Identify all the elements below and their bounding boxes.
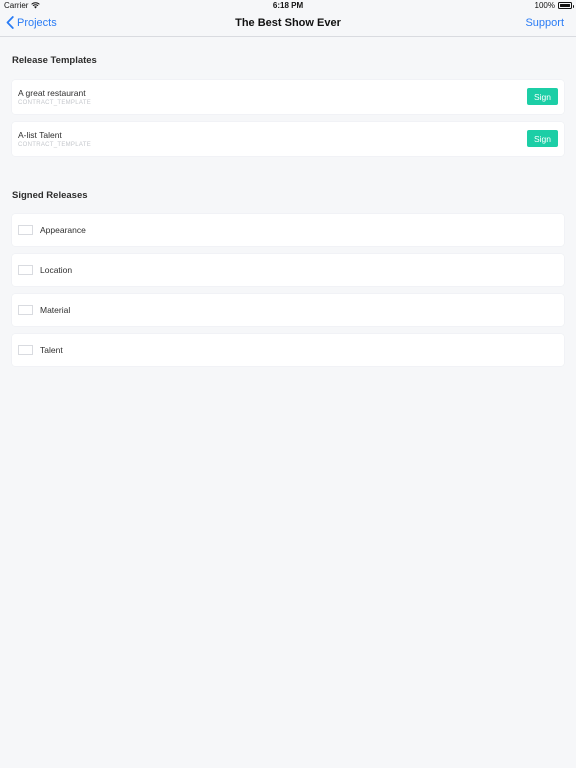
page-title: The Best Show Ever	[235, 17, 341, 29]
battery-icon	[558, 2, 574, 9]
sign-button[interactable]: Sign	[527, 130, 558, 147]
signed-release-row[interactable]: Talent	[12, 334, 564, 366]
release-templates-list: A great restaurant CONTRACT_TEMPLATE Sig…	[0, 80, 576, 156]
status-right: 100%	[534, 1, 574, 10]
signed-release-row[interactable]: Location	[12, 254, 564, 286]
signed-releases-heading: Signed Releases	[12, 190, 88, 201]
signed-release-label: Material	[40, 305, 71, 315]
template-type: CONTRACT_TEMPLATE	[18, 142, 91, 148]
signed-release-label: Location	[40, 265, 73, 275]
release-thumbnail-icon	[18, 345, 33, 355]
release-thumbnail-icon	[18, 225, 33, 235]
template-card: A great restaurant CONTRACT_TEMPLATE Sig…	[12, 80, 564, 114]
signed-release-label: Talent	[40, 345, 63, 355]
signed-releases-list: Appearance Location Material Talent	[0, 214, 576, 366]
sign-button[interactable]: Sign	[527, 88, 558, 105]
release-templates-heading: Release Templates	[12, 55, 97, 66]
template-name: A-list Talent	[18, 130, 62, 140]
status-time: 6:18 PM	[272, 1, 304, 10]
status-bar: Carrier 6:18 PM 100%	[0, 0, 576, 12]
signed-release-row[interactable]: Material	[12, 294, 564, 326]
template-card: A-list Talent CONTRACT_TEMPLATE Sign	[12, 122, 564, 156]
signed-release-label: Appearance	[40, 225, 86, 235]
battery-percent: 100%	[534, 1, 555, 10]
support-button[interactable]: Support	[525, 17, 564, 29]
signed-release-row[interactable]: Appearance	[12, 214, 564, 246]
template-name: A great restaurant	[18, 88, 86, 98]
release-thumbnail-icon	[18, 265, 33, 275]
navigation-bar: Projects The Best Show Ever Support	[0, 12, 576, 37]
release-thumbnail-icon	[18, 305, 33, 315]
template-type: CONTRACT_TEMPLATE	[18, 100, 91, 106]
